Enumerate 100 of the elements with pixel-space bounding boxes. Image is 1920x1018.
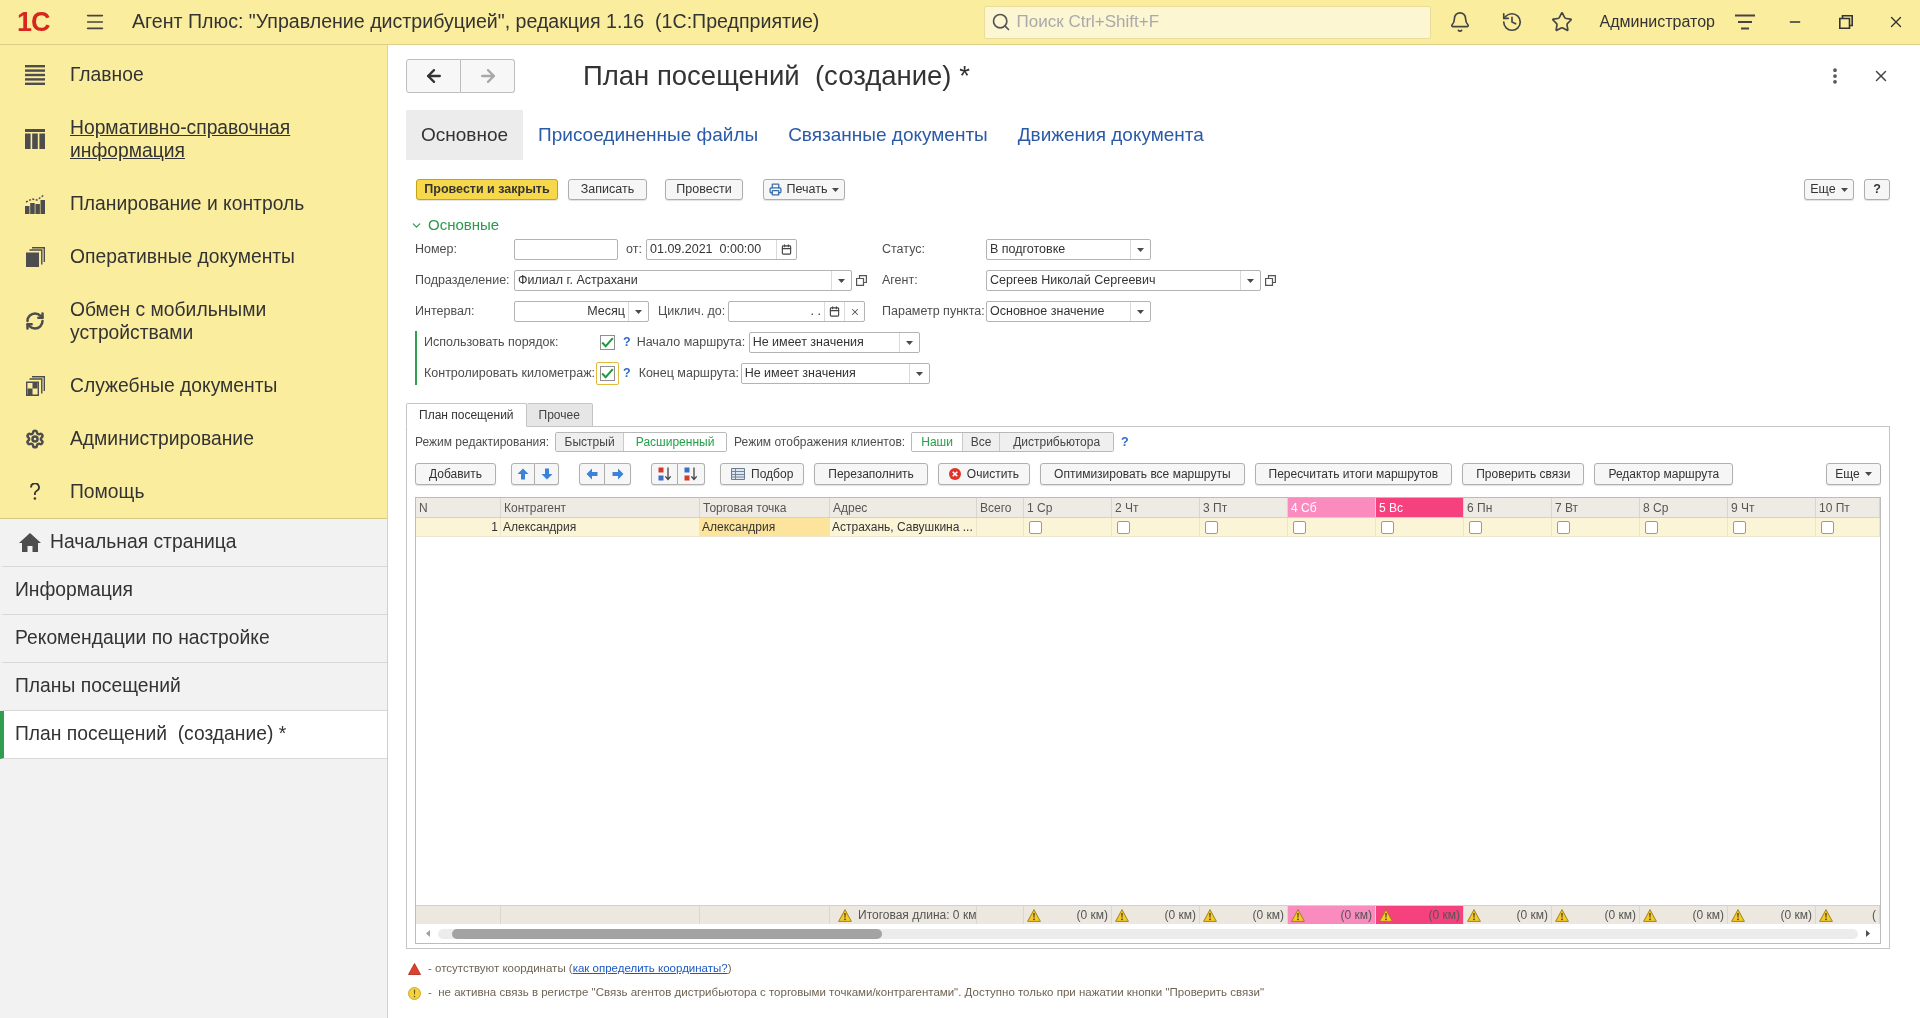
squares-icon[interactable]	[856, 275, 867, 286]
scroll-right-icon[interactable]	[1866, 930, 1870, 937]
help-link[interactable]: как определить координаты?	[572, 962, 728, 975]
day-checkbox[interactable]	[1293, 520, 1306, 534]
point-parameter-field[interactable]: Основное значение	[986, 301, 1151, 322]
help-mark[interactable]: ?	[623, 364, 631, 383]
column-header[interactable]: 2 Чт	[1112, 498, 1200, 517]
day-checkbox[interactable]	[1733, 520, 1746, 534]
nav-section[interactable]: Помощь	[0, 465, 387, 518]
help-mark[interactable]: ?	[1121, 432, 1129, 452]
toolbar-button[interactable]: Проверить связи	[1462, 463, 1585, 485]
toolbar-button[interactable]: Добавить	[415, 463, 497, 485]
more-button[interactable]: Еще	[1804, 179, 1854, 200]
panel-tab[interactable]: Прочее	[526, 403, 593, 427]
pick-button[interactable]: Подбор	[720, 463, 805, 485]
command-button[interactable]: Записать	[568, 179, 647, 200]
history-icon[interactable]	[1500, 11, 1523, 33]
command-button[interactable]: Провести	[665, 179, 743, 200]
day-checkbox[interactable]	[1117, 520, 1130, 534]
open-window-tab[interactable]: Рекомендации по настройке	[0, 615, 387, 663]
toolbar-button[interactable]: Оптимизировать все маршруты	[1040, 463, 1245, 485]
day-checkbox[interactable]	[1469, 520, 1482, 534]
help-button[interactable]: ?	[1864, 179, 1890, 200]
toolbar-button[interactable]: Пересчитать итоги маршрутов	[1254, 463, 1453, 485]
sort-ascending-button[interactable]	[651, 463, 679, 485]
mode-option[interactable]: Быстрый	[556, 433, 624, 451]
column-header[interactable]: N	[416, 498, 501, 517]
form-tab[interactable]: Основное	[406, 110, 524, 160]
panel-tab[interactable]: План посещений	[406, 403, 527, 427]
move-left-button[interactable]	[579, 463, 606, 485]
restore-icon[interactable]	[1839, 15, 1853, 29]
column-header[interactable]: Всего	[977, 498, 1024, 517]
move-down-button[interactable]	[535, 463, 560, 485]
bell-icon[interactable]	[1448, 11, 1471, 33]
user-name[interactable]: Администратор	[1599, 10, 1715, 34]
squares-icon[interactable]	[1265, 275, 1276, 286]
route-field[interactable]: Не имеет значения	[740, 363, 930, 384]
column-header[interactable]: 6 Пн	[1464, 498, 1552, 517]
move-right-button[interactable]	[605, 463, 632, 485]
column-header[interactable]: 7 Вт	[1552, 498, 1640, 517]
form-tab[interactable]: Присоединенные файлы	[523, 110, 774, 160]
nav-section[interactable]: Оперативные документы	[0, 230, 387, 283]
column-header[interactable]: 1 Ср	[1024, 498, 1112, 517]
table-row[interactable]: 1 Александрия Александрия Астрахань, Савушкина ...	[416, 518, 1880, 537]
caret-icon	[1247, 278, 1254, 283]
open-window-tab[interactable]: План посещений (создание) *	[0, 711, 387, 759]
column-header[interactable]: 5 Вс	[1376, 498, 1464, 517]
day-checkbox[interactable]	[1205, 520, 1218, 534]
cycle-date-field[interactable]: . .	[728, 301, 865, 322]
status-field[interactable]: В подготовке	[986, 239, 1151, 260]
help-mark[interactable]: ?	[623, 333, 631, 352]
print-button[interactable]: Печать	[763, 179, 845, 200]
footer-text: (0 км)	[1076, 907, 1108, 924]
nav-section[interactable]: Обмен с мобильными устройствами	[0, 283, 387, 359]
mode-option[interactable]: Все	[962, 433, 1000, 451]
checkbox[interactable]	[600, 335, 615, 350]
scrollbar-track[interactable]	[438, 928, 1858, 939]
day-checkbox[interactable]	[1381, 520, 1394, 534]
sort-descending-button[interactable]	[678, 463, 706, 485]
day-checkbox[interactable]	[1557, 520, 1570, 534]
nav-section[interactable]: Служебные документы	[0, 359, 387, 412]
back-button[interactable]	[406, 59, 461, 93]
mode-option[interactable]: Расширенный	[623, 433, 727, 451]
scrollbar-thumb[interactable]	[452, 928, 882, 939]
group-toggle[interactable]: Основные	[410, 213, 500, 237]
nav-section[interactable]: Администрирование	[0, 412, 387, 465]
nav-section[interactable]: Планирование и контроль	[0, 177, 387, 230]
open-window-tab[interactable]: Информация	[0, 567, 387, 615]
column-header[interactable]: 9 Чт	[1728, 498, 1816, 517]
nav-section[interactable]: Нормативно-справочная информация	[0, 101, 387, 177]
date-field[interactable]: 01.09.2021 0:00:00	[646, 239, 797, 260]
interval-field[interactable]: Месяц	[514, 301, 649, 322]
star-icon[interactable]	[1550, 11, 1573, 33]
column-header[interactable]: Адрес	[830, 498, 977, 517]
division-field[interactable]: Филиал г. Астрахани	[514, 270, 852, 291]
form-tab[interactable]: Движения документа	[1002, 110, 1219, 160]
column-header[interactable]: 3 Пт	[1200, 498, 1288, 517]
post-and-close-button[interactable]: Провести и закрыть	[416, 179, 558, 200]
column-header[interactable]: 8 Ср	[1640, 498, 1728, 517]
column-header[interactable]: Контрагент	[501, 498, 700, 517]
more-button[interactable]: Еще	[1826, 463, 1881, 485]
lines-icon[interactable]	[1735, 14, 1755, 30]
agent-field[interactable]: Сергеев Николай Сергеевич	[986, 270, 1261, 291]
column-header[interactable]: 10 Пт	[1816, 498, 1880, 517]
number-field[interactable]	[514, 239, 618, 260]
day-checkbox[interactable]	[1029, 520, 1042, 534]
route-field[interactable]: Не имеет значения	[748, 332, 920, 353]
nav-section[interactable]: Главное	[0, 48, 387, 101]
toolbar-button[interactable]: Редактор маршрута	[1594, 463, 1734, 485]
toolbar-button[interactable]: Перезаполнить	[814, 463, 928, 485]
day-checkbox[interactable]	[1645, 520, 1658, 534]
move-up-button[interactable]	[511, 463, 536, 485]
day-checkbox[interactable]	[1821, 520, 1834, 534]
form-tab[interactable]: Связанные документы	[773, 110, 1003, 160]
mode-option[interactable]: Дистрибьютора	[999, 433, 1114, 451]
column-header[interactable]: Торговая точка	[700, 498, 830, 517]
footer-text: (0 км)	[1604, 907, 1636, 924]
clear-button[interactable]: Очистить	[937, 463, 1031, 485]
scroll-left-icon[interactable]	[426, 930, 430, 937]
open-window-tab[interactable]: Начальная страница	[0, 519, 387, 567]
